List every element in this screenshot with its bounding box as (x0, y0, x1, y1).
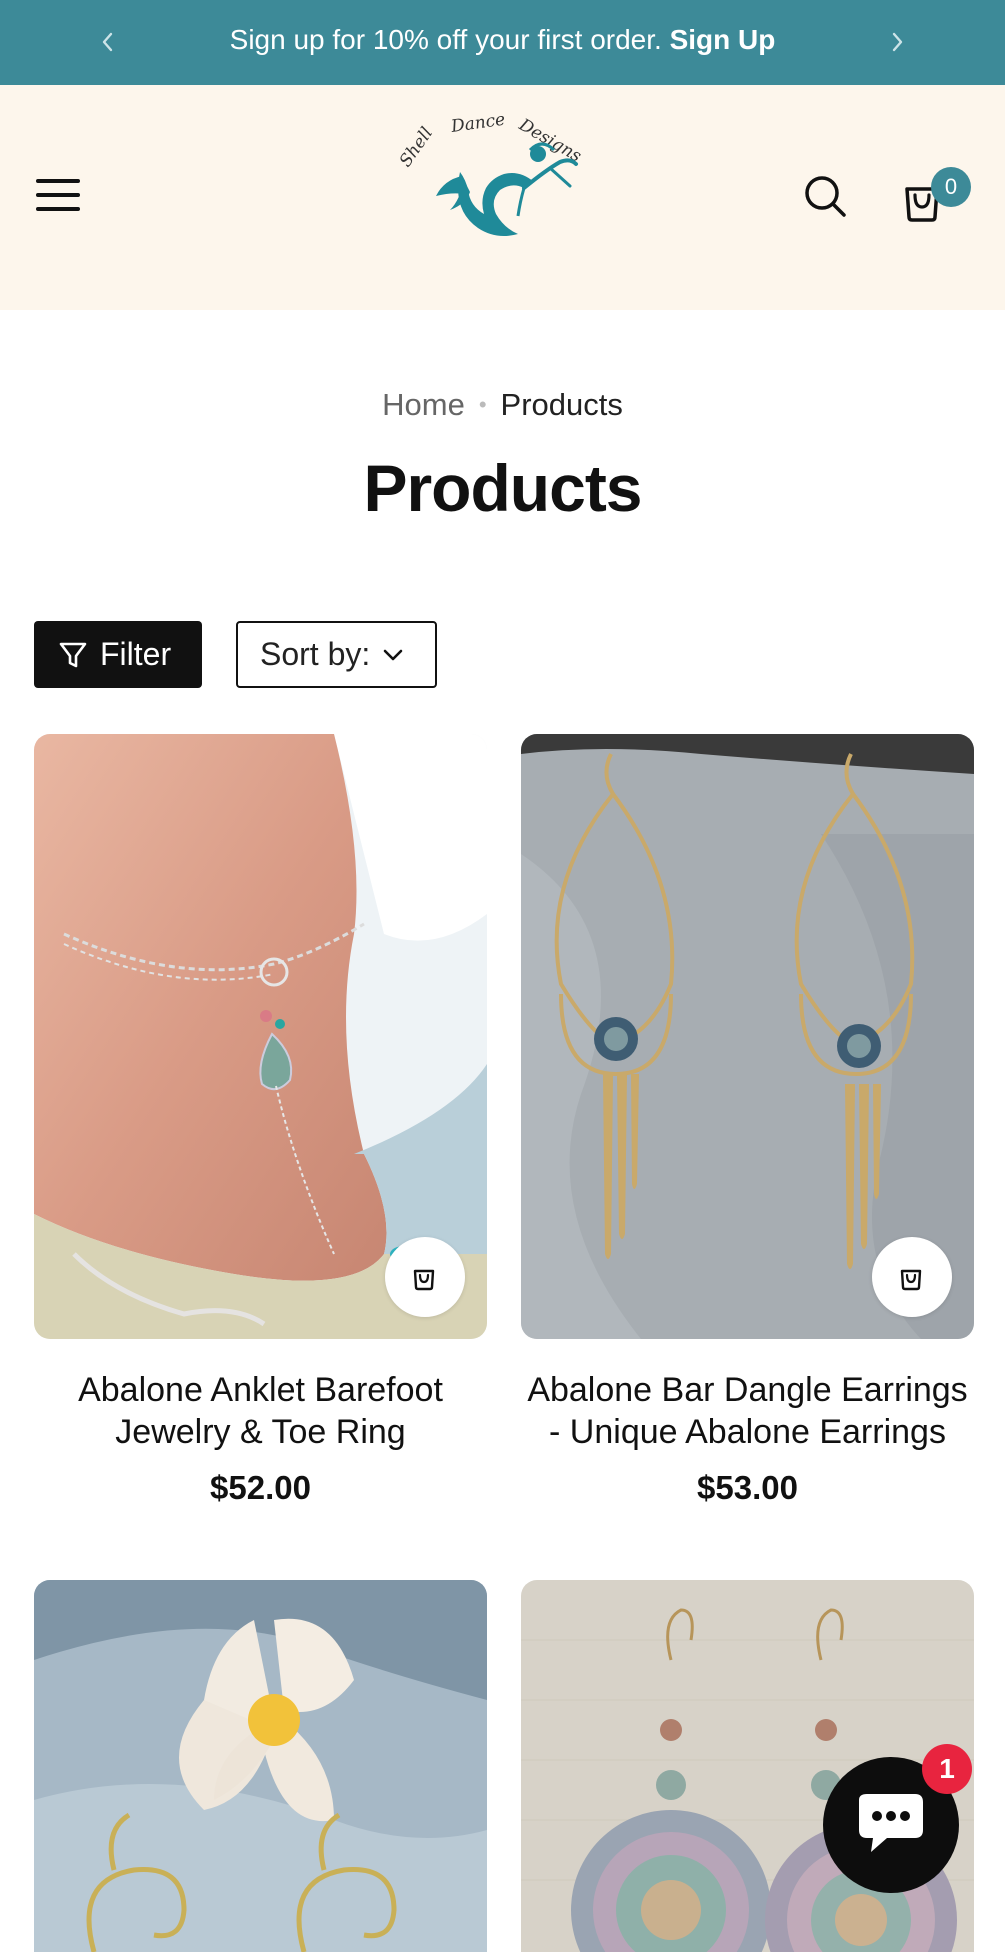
chevron-down-icon (383, 649, 403, 660)
product-card[interactable]: Abalone Bar Dangle Earrings - Unique Aba… (521, 734, 974, 1509)
search-button[interactable] (800, 171, 852, 223)
product-image[interactable] (34, 734, 487, 1339)
sort-dropdown[interactable]: Sort by: (236, 621, 437, 688)
shopping-bag-icon (900, 1269, 922, 1291)
page-title: Products (363, 451, 642, 525)
chevron-right-icon (892, 32, 903, 52)
svg-text:Shell: Shell (400, 124, 437, 171)
product-price: $52.00 (210, 1469, 311, 1506)
next-announcement-button[interactable] (877, 22, 917, 62)
search-icon (805, 176, 846, 217)
filter-button[interactable]: Filter (34, 621, 202, 688)
breadcrumb: Home • Products (0, 385, 1005, 425)
hamburger-menu-icon (36, 179, 80, 211)
shopping-bag-icon (413, 1269, 435, 1291)
site-header: Shell Dance Designs 0 (0, 85, 1005, 310)
breadcrumb-home-link[interactable]: Home (382, 387, 465, 422)
chat-notification-badge: 1 (922, 1744, 972, 1794)
site-logo[interactable]: Shell Dance Designs (396, 110, 605, 260)
svg-text:Dance: Dance (449, 110, 507, 137)
product-price: $53.00 (697, 1469, 798, 1506)
sign-up-link[interactable]: Sign Up (670, 24, 776, 55)
product-card[interactable] (34, 1580, 487, 1952)
cart-count-badge: 0 (931, 167, 971, 207)
plumeria-earrings-photo (34, 1580, 487, 1952)
svg-text:Designs: Designs (515, 115, 585, 167)
menu-button[interactable] (34, 176, 82, 214)
announcement-bar: Sign up for 10% off your first order. Si… (0, 0, 1005, 85)
announcement-message: Sign up for 10% off your first order. Si… (0, 22, 1005, 58)
announcement-text: Sign up for 10% off your first order. (229, 24, 662, 55)
mermaid-logo-icon: Shell Dance Designs (396, 110, 585, 236)
breadcrumb-current: Products (500, 387, 623, 422)
product-card[interactable]: Abalone Anklet Barefoot Jewelry & Toe Ri… (34, 734, 487, 1509)
filter-funnel-icon (59, 642, 87, 667)
quick-add-button[interactable] (385, 1237, 465, 1317)
chat-bubble-icon (859, 1794, 923, 1852)
sort-label: Sort by: (260, 636, 371, 672)
product-title[interactable]: Abalone Anklet Barefoot Jewelry & Toe Ri… (34, 1369, 487, 1453)
product-image[interactable] (521, 734, 974, 1339)
breadcrumb-separator: • (478, 392, 487, 417)
product-title[interactable]: Abalone Bar Dangle Earrings - Unique Aba… (521, 1369, 974, 1453)
filter-label: Filter (100, 636, 172, 672)
product-image[interactable] (34, 1580, 487, 1952)
quick-add-button[interactable] (872, 1237, 952, 1317)
